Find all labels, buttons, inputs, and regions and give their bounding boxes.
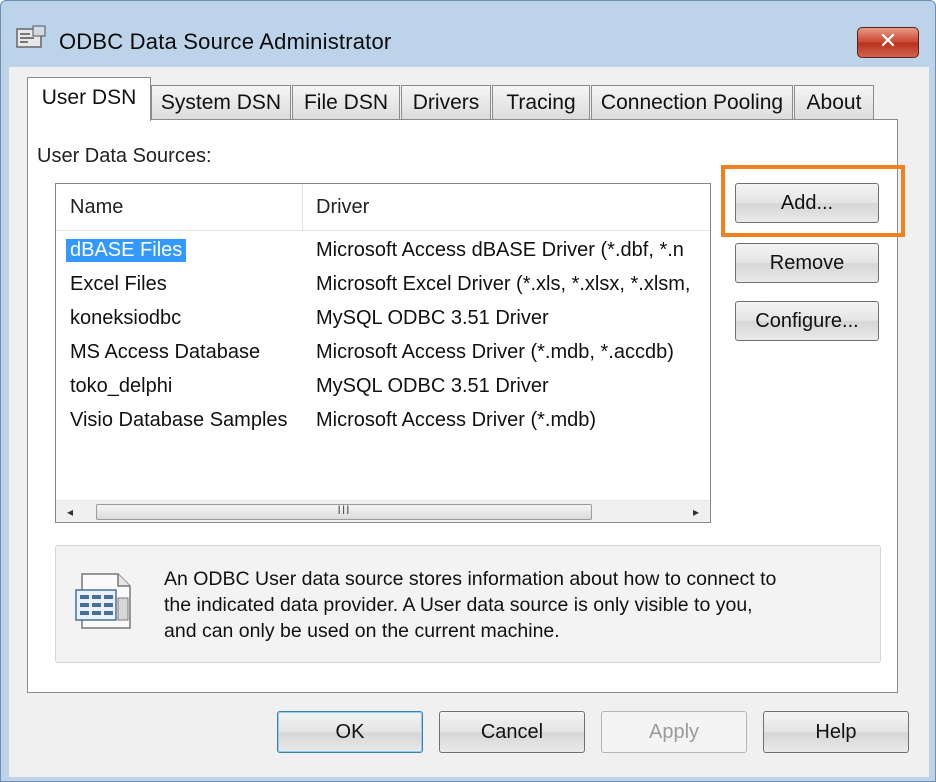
scroll-right-icon[interactable]: ▸ [686,503,706,521]
list-item[interactable]: toko_delphi MySQL ODBC 3.51 Driver [56,370,710,404]
info-line: An ODBC User data source stores informat… [164,568,777,590]
tab-system-dsn[interactable]: System DSN [151,85,291,119]
list-header: Name Driver [56,184,710,231]
tab-about[interactable]: About [794,85,874,119]
row-driver: MySQL ODBC 3.51 Driver [316,375,549,397]
row-driver: Microsoft Access Driver (*.mdb) [316,409,597,431]
row-driver: Microsoft Access dBASE Driver (*.dbf, *.… [316,239,684,261]
row-name: Visio Database Samples [70,409,288,431]
odbc-app-icon [16,25,46,48]
column-header-driver[interactable]: Driver [316,196,369,219]
row-driver: MySQL ODBC 3.51 Driver [316,307,549,329]
scroll-thumb[interactable]: III [96,503,592,520]
add-button-highlight [721,165,905,237]
close-icon: ✕ [878,29,898,54]
tab-file-dsn[interactable]: File DSN [292,85,400,119]
row-driver: Microsoft Access Driver (*.mdb, *.accdb) [316,341,674,363]
tab-connection-pooling[interactable]: Connection Pooling [591,85,793,119]
cancel-button[interactable]: Cancel [439,711,585,753]
data-sources-list[interactable]: Name Driver dBASE Files Microsoft Access… [55,183,711,523]
tab-user-dsn[interactable]: User DSN [27,77,151,121]
close-button[interactable]: ✕ [857,27,919,58]
info-line: and can only be used on the current mach… [164,620,560,642]
data-source-icon [75,573,131,629]
apply-button[interactable]: Apply [601,711,747,753]
row-driver: Microsoft Excel Driver (*.xls, *.xlsx, *… [316,273,691,295]
ok-button[interactable]: OK [277,711,423,753]
list-item[interactable]: koneksiodbc MySQL ODBC 3.51 Driver [56,302,710,336]
row-name: dBASE Files [66,239,187,262]
list-item[interactable]: Visio Database Samples Microsoft Access … [56,404,710,438]
column-divider[interactable] [302,184,303,230]
configure-button[interactable]: Configure... [735,301,879,341]
user-data-sources-label: User Data Sources: [37,145,212,167]
row-name: MS Access Database [70,341,261,363]
horizontal-scrollbar[interactable]: ◂ III ▸ [56,500,710,522]
window-title: ODBC Data Source Administrator [59,29,392,54]
help-button[interactable]: Help [763,711,909,753]
dialog-client-area: User DSN System DSN File DSN Drivers Tra… [9,67,929,777]
odbc-admin-window: ODBC Data Source Administrator ✕ User DS… [0,0,936,782]
scroll-left-icon[interactable]: ◂ [60,503,80,521]
list-item[interactable]: dBASE Files Microsoft Access dBASE Drive… [56,234,710,268]
list-item[interactable]: Excel Files Microsoft Excel Driver (*.xl… [56,268,710,302]
list-item[interactable]: MS Access Database Microsoft Access Driv… [56,336,710,370]
row-name: koneksiodbc [70,307,182,329]
tab-drivers[interactable]: Drivers [401,85,491,119]
grip-icon: III [337,503,351,517]
info-line: the indicated data provider. A User data… [164,594,753,616]
title-bar[interactable]: ODBC Data Source Administrator ✕ [1,1,935,67]
column-header-name[interactable]: Name [70,196,123,219]
tab-tracing[interactable]: Tracing [492,85,590,119]
row-name: toko_delphi [70,375,173,397]
row-name: Excel Files [70,273,167,295]
remove-button[interactable]: Remove [735,243,879,283]
info-description: An ODBC User data source stores informat… [164,566,864,644]
info-box: An ODBC User data source stores informat… [55,545,881,663]
